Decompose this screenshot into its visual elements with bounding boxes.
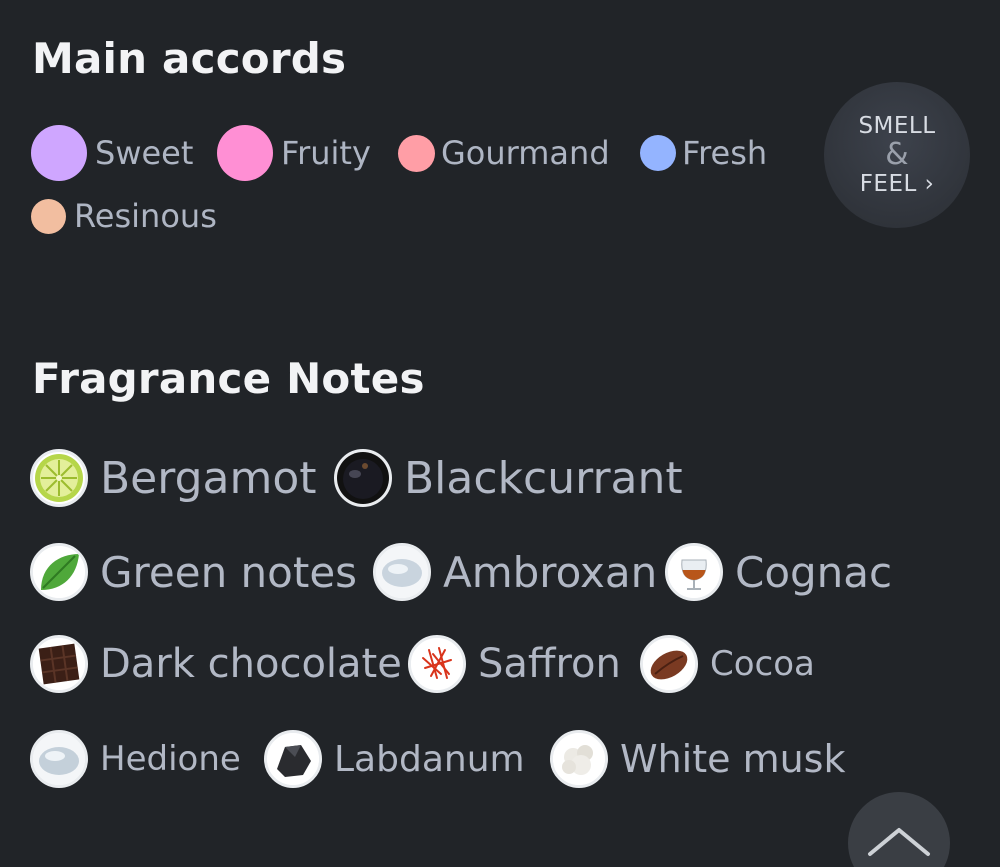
note-dark-chocolate[interactable]: Dark chocolate <box>30 632 402 696</box>
accord-color-dot <box>217 125 273 181</box>
scroll-to-top-button[interactable] <box>848 792 950 867</box>
blackcurrant-icon <box>334 449 392 507</box>
note-name: Blackcurrant <box>404 452 683 504</box>
accord-color-dot <box>31 125 87 181</box>
accord-label: Resinous <box>74 197 217 235</box>
accord-label: Fruity <box>281 134 371 172</box>
note-white-musk[interactable]: White musk <box>550 727 845 791</box>
note-bergamot[interactable]: Bergamot <box>30 446 317 510</box>
cocoa-bean-icon <box>640 635 698 693</box>
cognac-glass-icon <box>665 543 723 601</box>
smell-label: SMELL <box>858 113 936 139</box>
feel-label: FEEL › <box>859 171 935 197</box>
bergamot-icon <box>30 449 88 507</box>
accord-fresh[interactable]: Fresh <box>640 123 767 183</box>
note-name: Bergamot <box>100 452 317 504</box>
accord-color-dot <box>31 198 66 234</box>
fragrance-details-page: Main accords Sweet Fruity Gourmand Fresh… <box>0 0 1000 867</box>
chevron-up-icon <box>868 828 930 856</box>
note-labdanum[interactable]: Labdanum <box>264 727 525 791</box>
note-name: Dark chocolate <box>100 641 402 687</box>
dark-chocolate-icon <box>30 635 88 693</box>
accord-label: Sweet <box>95 134 194 172</box>
note-blackcurrant[interactable]: Blackcurrant <box>334 446 683 510</box>
note-cognac[interactable]: Cognac <box>665 540 892 604</box>
fragrance-notes-title: Fragrance Notes <box>32 354 425 403</box>
ampersand-label: & <box>885 137 909 172</box>
note-name: Cocoa <box>710 644 815 684</box>
note-name: Green notes <box>100 547 358 597</box>
accord-sweet[interactable]: Sweet <box>31 123 193 183</box>
green-leaf-icon <box>30 543 88 601</box>
accord-label: Fresh <box>682 134 768 172</box>
accord-color-dot <box>398 134 435 172</box>
note-saffron[interactable]: Saffron <box>408 632 621 696</box>
smell-and-feel-button[interactable]: SMELL & FEEL › <box>824 82 970 228</box>
saffron-icon <box>408 635 466 693</box>
note-ambroxan[interactable]: Ambroxan <box>373 540 657 604</box>
hedione-icon <box>30 730 88 788</box>
accord-color-dot <box>640 135 676 171</box>
note-cocoa[interactable]: Cocoa <box>640 632 815 696</box>
ambroxan-icon <box>373 543 431 601</box>
labdanum-icon <box>264 730 322 788</box>
white-musk-icon <box>550 730 608 788</box>
note-name: Ambroxan <box>443 547 658 597</box>
accord-label: Gourmand <box>441 134 610 172</box>
note-name: Saffron <box>478 641 621 687</box>
accord-resinous[interactable]: Resinous <box>31 186 217 246</box>
note-green-notes[interactable]: Green notes <box>30 540 357 604</box>
note-name: Labdanum <box>334 738 525 780</box>
note-name: Hedione <box>100 739 241 779</box>
accord-gourmand[interactable]: Gourmand <box>398 123 610 183</box>
main-accords-title: Main accords <box>32 34 347 83</box>
note-name: White musk <box>620 737 846 781</box>
accord-fruity[interactable]: Fruity <box>217 123 371 183</box>
note-name: Cognac <box>735 547 893 597</box>
note-hedione[interactable]: Hedione <box>30 727 241 791</box>
